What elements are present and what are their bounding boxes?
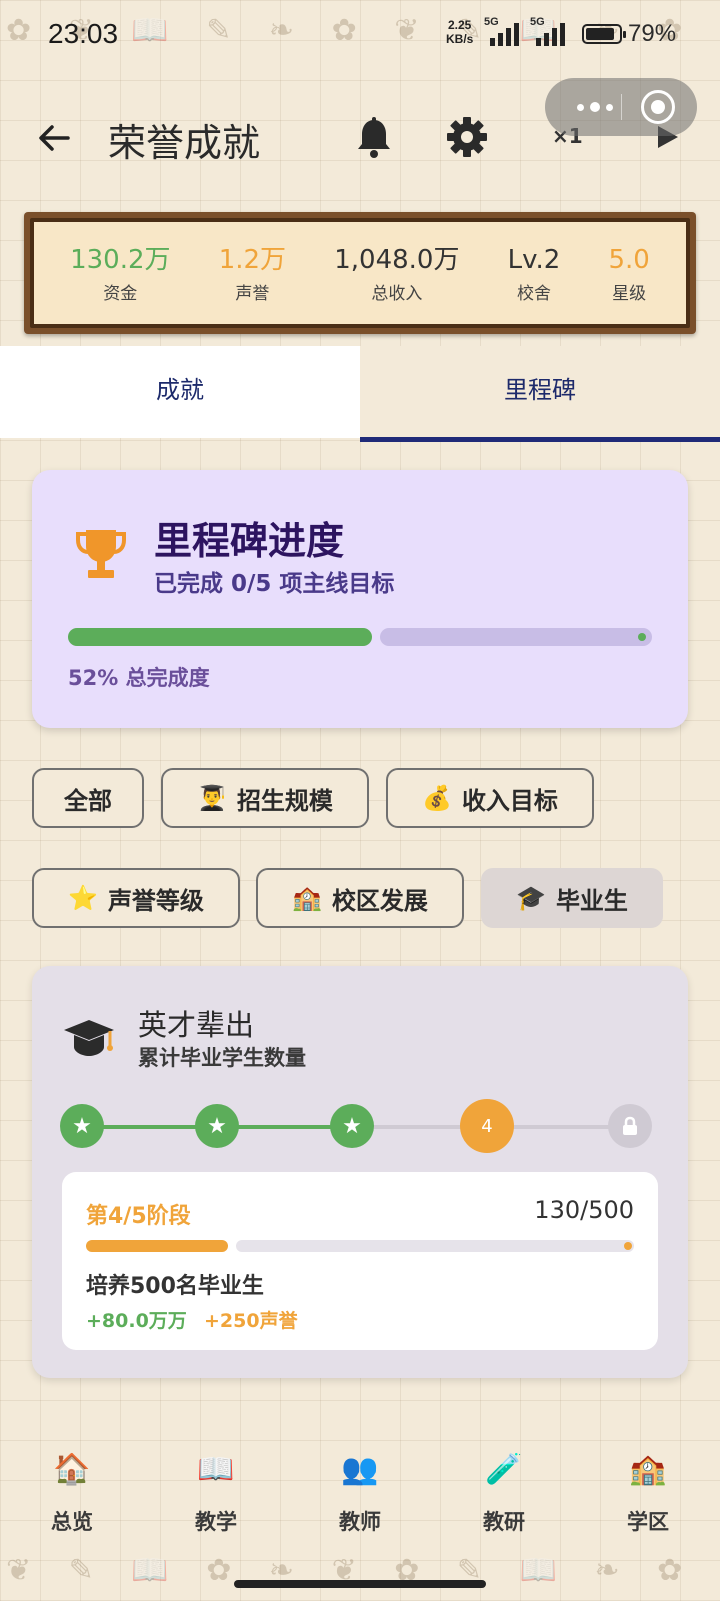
filter-enrollment-button[interactable]: 👨‍🎓 招生规模 [161, 768, 369, 828]
graduation-cap-icon [64, 1020, 114, 1056]
gear-icon[interactable] [446, 116, 488, 158]
home-indicator[interactable] [234, 1580, 486, 1588]
more-options-icon[interactable] [565, 78, 625, 136]
stage-label: 第4/5阶段 [86, 1204, 191, 1229]
stage-3-complete: ★ [330, 1104, 374, 1148]
progress-subtitle: 已完成 0/5 项主线目标 [154, 571, 395, 597]
signal-icon: 5G [484, 16, 519, 46]
nav-district[interactable]: 🏫 学区 [576, 1446, 720, 1536]
people-icon: 👥 [341, 1452, 379, 1487]
stats-board: 130.2万 资金 1.2万 声誉 1,048.0万 总收入 Lv.2 校舍 5… [24, 212, 696, 334]
stat-total-income: 1,048.0万 总收入 [334, 244, 460, 304]
battery-percent: 79% [628, 20, 677, 47]
status-bar: 23:03 2.25 KB/s 5G 5G 79% [0, 14, 720, 58]
filter-all-button[interactable]: 全部 [32, 768, 144, 828]
flask-icon: 🧪 [485, 1452, 523, 1487]
progress-percent: 52% 总完成度 [68, 666, 210, 690]
graduation-cap-icon: 🎓 [516, 884, 546, 912]
tab-milestones[interactable]: 里程碑 [360, 346, 720, 442]
stat-funds: 130.2万 资金 [70, 244, 171, 304]
stage-1-complete: ★ [60, 1104, 104, 1148]
decorative-border-bottom: ❦ ✎ 📖 ✿ ❧ ❦ ✿ ✎ 📖 ❧ ✿ ❦ [6, 1553, 720, 1588]
milestone-title: 英才辈出 [138, 1008, 255, 1042]
filter-graduates-button[interactable]: 🎓 毕业生 [481, 868, 663, 928]
trophy-icon [76, 530, 126, 578]
tab-bar: 成就 里程碑 [0, 346, 720, 442]
nav-overview[interactable]: 🏠 总览 [0, 1446, 144, 1536]
signal-icon: 5G [530, 16, 565, 46]
milestone-detail: 第4/5阶段 130/500 培养500名毕业生 +80.0万万 +250声誉 [62, 1172, 658, 1350]
back-arrow-icon[interactable] [34, 118, 74, 158]
stat-star-rating: 5.0 星级 [608, 244, 650, 304]
nav-teachers[interactable]: 👥 教师 [288, 1446, 432, 1536]
tab-achievements[interactable]: 成就 [0, 346, 360, 438]
progress-title: 里程碑进度 [154, 519, 345, 563]
star-icon: ⭐ [68, 884, 98, 912]
student-icon: 👨‍🎓 [197, 784, 227, 812]
network-speed: 2.25 KB/s [446, 18, 474, 46]
reward-reputation: +250声誉 [204, 1310, 298, 1332]
progress-bar [68, 628, 652, 646]
book-icon: 📖 [197, 1452, 235, 1487]
miniprogram-capsule [545, 78, 697, 136]
battery-icon [582, 24, 626, 44]
filter-reputation-button[interactable]: ⭐ 声誉等级 [32, 868, 240, 928]
school-icon: 🏫 [292, 884, 322, 912]
stat-building-level: Lv.2 校舍 [507, 244, 561, 304]
bell-icon[interactable] [354, 116, 394, 160]
money-bag-icon: 💰 [422, 784, 452, 812]
filter-income-button[interactable]: 💰 收入目标 [386, 768, 594, 828]
milestone-steps: ★ ★ ★ 4 [60, 1099, 660, 1154]
nav-teaching[interactable]: 📖 教学 [144, 1446, 288, 1536]
close-miniprogram-icon[interactable] [641, 90, 675, 124]
page-title: 荣誉成就 [108, 121, 261, 165]
milestone-progress-card: 里程碑进度 已完成 0/5 项主线目标 52% 总完成度 [32, 470, 688, 728]
status-time: 23:03 [48, 18, 119, 49]
stage-2-complete: ★ [195, 1104, 239, 1148]
house-icon: 🏠 [53, 1452, 91, 1487]
reward-money: +80.0万万 [86, 1310, 187, 1332]
nav-research[interactable]: 🧪 教研 [432, 1446, 576, 1536]
stat-reputation: 1.2万 声誉 [218, 244, 287, 304]
stage-count: 130/500 [534, 1196, 634, 1224]
milestone-subtitle: 累计毕业学生数量 [138, 1046, 306, 1070]
school-building-icon: 🏫 [629, 1452, 667, 1487]
stage-5-locked [608, 1104, 652, 1148]
bottom-nav: 🏠 总览 📖 教学 👥 教师 🧪 教研 🏫 学区 [0, 1446, 720, 1536]
milestone-card: 英才辈出 累计毕业学生数量 ★ ★ ★ 4 第4/5阶段 130/500 培养5… [32, 966, 688, 1378]
filter-campus-button[interactable]: 🏫 校区发展 [256, 868, 464, 928]
stage-progress-bar [86, 1240, 634, 1252]
stage-goal: 培养500名毕业生 [86, 1274, 264, 1299]
stage-4-current: 4 [460, 1099, 514, 1153]
lock-icon [623, 1116, 637, 1135]
